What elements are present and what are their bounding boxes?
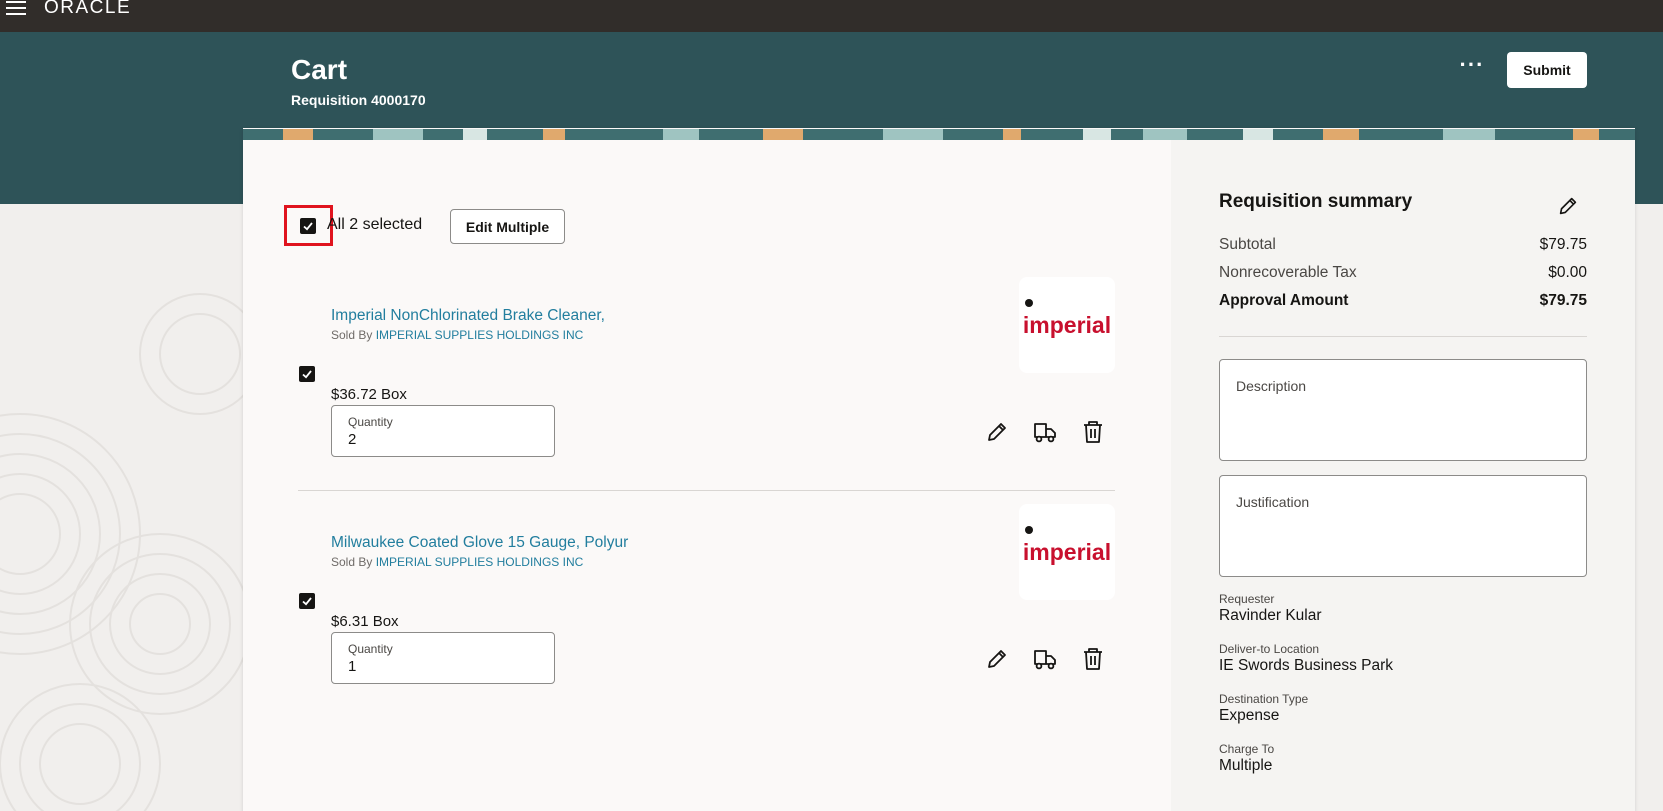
delete-icon[interactable] — [1080, 646, 1106, 672]
charge-to-label: Charge To — [1219, 742, 1275, 756]
destination-type-value: Expense — [1219, 707, 1280, 724]
summary-row-subtotal: Subtotal $79.75 — [1219, 236, 1587, 254]
item-image[interactable]: imperial — [1019, 504, 1115, 600]
deliver-to-value: IE Swords Business Park — [1219, 657, 1394, 674]
card-banner-pattern — [243, 128, 1635, 140]
summary-row-value: $79.75 — [1539, 236, 1587, 253]
page-title: Cart — [291, 54, 348, 85]
oracle-logo: ORACLE — [44, 0, 132, 18]
imperial-logo: imperial — [1023, 526, 1111, 565]
description-textarea[interactable]: Description — [1219, 359, 1587, 461]
requester-value: Ravinder Kular — [1219, 607, 1322, 624]
item-price: $6.31 Box — [331, 613, 399, 630]
summary-row-label: Nonrecoverable Tax — [1219, 264, 1357, 281]
summary-title: Requisition summary — [1219, 191, 1413, 212]
edit-icon[interactable] — [984, 646, 1010, 672]
deliver-to-label: Deliver-to Location — [1219, 642, 1320, 656]
summary-row-label: Approval Amount — [1219, 292, 1349, 309]
item-checkbox[interactable] — [299, 366, 315, 382]
quantity-input[interactable]: Quantity 2 — [331, 405, 555, 457]
charge-to-value: Multiple — [1219, 757, 1273, 774]
sold-by: Sold By IMPERIAL SUPPLIES HOLDINGS INC — [331, 328, 583, 342]
description-label: Description — [1236, 378, 1307, 394]
quantity-value[interactable]: 1 — [348, 658, 356, 675]
item-image[interactable]: imperial — [1019, 277, 1115, 373]
svg-text:imperial: imperial — [1023, 539, 1111, 565]
justification-label: Justification — [1236, 494, 1310, 510]
sold-by-prefix: Sold By — [331, 328, 373, 342]
requester-label: Requester — [1219, 592, 1275, 606]
summary-divider — [1219, 336, 1587, 337]
destination-type-label: Destination Type — [1219, 692, 1309, 706]
sold-by: Sold By IMPERIAL SUPPLIES HOLDINGS INC — [331, 555, 583, 569]
delivery-truck-icon[interactable] — [1032, 419, 1058, 445]
summary-row-tax: Nonrecoverable Tax $0.00 — [1219, 264, 1587, 282]
edit-icon[interactable] — [984, 419, 1010, 445]
summary-row-value: $0.00 — [1548, 264, 1587, 281]
summary-row-approval-amount: Approval Amount $79.75 — [1219, 292, 1587, 310]
summary-row-value: $79.75 — [1539, 292, 1587, 309]
top-bar: ORACLE — [0, 0, 1663, 32]
delete-icon[interactable] — [1080, 419, 1106, 445]
imperial-logo: imperial — [1023, 299, 1111, 338]
item-price: $36.72 Box — [331, 386, 407, 403]
select-all-label: All 2 selected — [327, 216, 423, 233]
select-all-checkbox[interactable] — [300, 218, 316, 234]
sold-by-prefix: Sold By — [331, 555, 373, 569]
menu-icon[interactable] — [6, 0, 28, 16]
check-icon — [303, 222, 313, 231]
more-actions-button[interactable]: ··· — [1457, 54, 1487, 84]
check-icon — [302, 370, 312, 379]
supplier-link[interactable]: IMPERIAL SUPPLIES HOLDINGS INC — [376, 328, 584, 342]
background-pattern — [0, 204, 243, 811]
edit-multiple-button[interactable]: Edit Multiple — [450, 209, 565, 244]
item-title-link[interactable]: Milwaukee Coated Glove 15 Gauge, Polyur — [331, 534, 628, 552]
item-checkbox[interactable] — [299, 593, 315, 609]
submit-button[interactable]: Submit — [1507, 52, 1587, 88]
quantity-label: Quantity — [348, 415, 393, 429]
summary-row-label: Subtotal — [1219, 236, 1276, 253]
edit-summary-icon[interactable] — [1556, 194, 1580, 218]
check-icon — [302, 597, 312, 606]
requisition-number: Requisition 4000170 — [291, 92, 426, 108]
item-title-link[interactable]: Imperial NonChlorinated Brake Cleaner, — [331, 307, 605, 325]
item-divider — [298, 490, 1115, 491]
quantity-value[interactable]: 2 — [348, 431, 356, 448]
quantity-label: Quantity — [348, 642, 393, 656]
delivery-truck-icon[interactable] — [1032, 646, 1058, 672]
svg-text:imperial: imperial — [1023, 312, 1111, 338]
justification-textarea[interactable]: Justification — [1219, 475, 1587, 577]
quantity-input[interactable]: Quantity 1 — [331, 632, 555, 684]
supplier-link[interactable]: IMPERIAL SUPPLIES HOLDINGS INC — [376, 555, 584, 569]
